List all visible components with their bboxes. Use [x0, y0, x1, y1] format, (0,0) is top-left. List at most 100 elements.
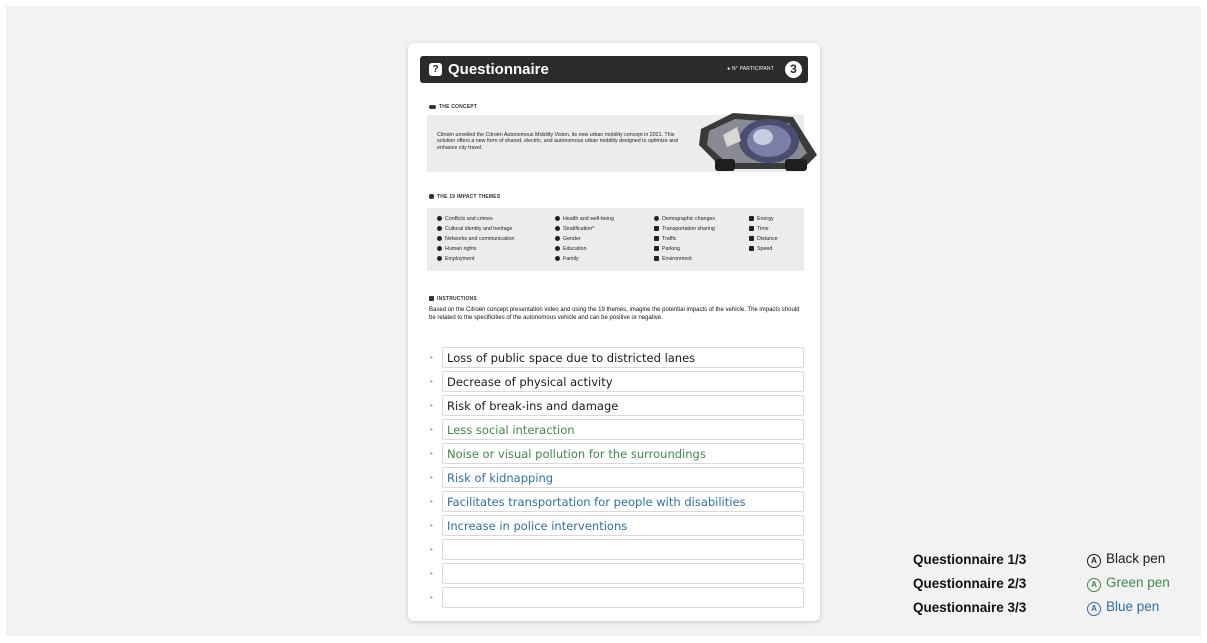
vehicle-image	[699, 113, 817, 171]
theme-icon	[654, 226, 659, 231]
questionnaire-header: ? Questionnaire ● N° PARTICIPANT 3	[420, 56, 808, 83]
theme-icon	[555, 256, 560, 261]
legend-pen: A Black pen	[1087, 551, 1165, 568]
answer-text: Risk of break-ins and damage	[447, 399, 619, 413]
theme-icon	[654, 246, 659, 251]
answer-field[interactable]: Less social interaction	[442, 419, 804, 440]
legend-pen: A Blue pen	[1087, 599, 1159, 616]
theme-item: Speed	[749, 244, 778, 254]
themes-column: Health and well-being Stratification* Ge…	[555, 214, 614, 264]
theme-icon	[555, 236, 560, 241]
concept-description: Citroën unveiled the Citroën Autonomous …	[437, 132, 679, 151]
theme-icon	[749, 246, 754, 251]
pen-icon: A	[1087, 578, 1101, 592]
theme-icon	[555, 246, 560, 251]
theme-item: Family	[555, 254, 614, 264]
bullet-icon: •	[430, 425, 433, 434]
theme-item: Demographic changes	[654, 214, 715, 224]
theme-icon	[654, 216, 659, 221]
answer-row: • Risk of break-ins and damage	[430, 395, 806, 419]
answer-text: Decrease of physical activity	[447, 375, 613, 389]
legend-pen-label: Black pen	[1106, 551, 1166, 566]
instructions-text: Based on the Citroën concept presentatio…	[429, 307, 800, 321]
answer-row: •	[430, 563, 806, 587]
theme-icon	[437, 256, 442, 261]
answer-field[interactable]: Facilitates transportation for people wi…	[442, 491, 804, 512]
themes-box: Conflicts and crimes Cultural identity a…	[427, 208, 804, 271]
instructions-section-label: INSTRUCTIONS	[429, 296, 477, 302]
theme-item: Education	[555, 244, 614, 254]
concept-section-label: THE CONCEPT	[429, 104, 477, 110]
theme-icon	[437, 246, 442, 251]
participant-label-text: N° PARTICIPANT	[731, 66, 774, 72]
home-icon	[429, 194, 434, 200]
answer-text: Less social interaction	[447, 423, 575, 437]
answer-field[interactable]	[442, 563, 804, 584]
participant-number-badge: 3	[785, 61, 802, 78]
theme-item: Networks and communication	[437, 234, 514, 244]
participant-label: ● N° PARTICIPANT	[727, 66, 774, 72]
pen-icon: A	[1087, 602, 1101, 616]
theme-icon	[749, 236, 754, 241]
theme-icon	[654, 256, 659, 261]
theme-icon	[749, 226, 754, 231]
answer-row: • Facilitates transportation for people w…	[430, 491, 806, 515]
legend-questionnaire-label: Questionnaire 3/3	[913, 600, 1027, 615]
theme-icon	[555, 216, 560, 221]
theme-item: Time	[749, 224, 778, 234]
theme-item: Stratification*	[555, 224, 614, 234]
theme-item: Health and well-being	[555, 214, 614, 224]
bullet-icon: •	[430, 569, 433, 578]
questionnaire-title: Questionnaire	[448, 61, 549, 78]
answer-field[interactable]	[442, 587, 804, 608]
answer-field[interactable]: Risk of kidnapping	[442, 467, 804, 488]
themes-column: Demographic changes Transportation shari…	[654, 214, 715, 264]
bullet-icon: •	[430, 353, 433, 362]
answer-field[interactable]: Increase in police interventions	[442, 515, 804, 536]
theme-icon	[654, 236, 659, 241]
answer-text: Risk of kidnapping	[447, 471, 554, 485]
themes-column: Conflicts and crimes Cultural identity a…	[437, 214, 514, 264]
concept-box: Citroën unveiled the Citroën Autonomous …	[427, 113, 817, 172]
answer-row: • Noise or visual pollution for the surro…	[430, 443, 806, 467]
themes-label-text: THE 19 IMPACT THEMES	[437, 194, 501, 200]
car-icon	[429, 104, 436, 109]
theme-icon	[437, 226, 442, 231]
bullet-icon: •	[430, 449, 433, 458]
legend-questionnaire-label: Questionnaire 2/3	[913, 576, 1027, 591]
theme-item: Conflicts and crimes	[437, 214, 514, 224]
question-mark-icon: ?	[429, 63, 442, 76]
answer-row: • Decrease of physical activity	[430, 371, 806, 395]
answer-text: Facilitates transportation for people wi…	[447, 495, 746, 509]
theme-item: Traffic	[654, 234, 715, 244]
answer-field[interactable]: Decrease of physical activity	[442, 371, 804, 392]
theme-item: Transportation sharing	[654, 224, 715, 234]
answer-field[interactable]	[442, 539, 804, 560]
answer-row: •	[430, 539, 806, 563]
bullet-icon: •	[430, 521, 433, 530]
theme-item: Employment	[437, 254, 514, 264]
answer-row: • Less social interaction	[430, 419, 806, 443]
questionnaire-sheet: ? Questionnaire ● N° PARTICIPANT 3 THE C…	[408, 43, 820, 621]
theme-item: Cultural identity and heritage	[437, 224, 514, 234]
answer-field[interactable]: Noise or visual pollution for the surrou…	[442, 443, 804, 464]
theme-icon	[437, 216, 442, 221]
bullet-icon: •	[430, 545, 433, 554]
theme-item: Parking	[654, 244, 715, 254]
answer-row: • Increase in police interventions	[430, 515, 806, 539]
instructions-icon	[429, 296, 434, 302]
theme-item: Gender	[555, 234, 614, 244]
answer-field[interactable]: Risk of break-ins and damage	[442, 395, 804, 416]
bullet-icon: •	[430, 473, 433, 482]
answer-text: Noise or visual pollution for the surrou…	[447, 447, 706, 461]
person-icon: ●	[727, 66, 731, 72]
theme-item: Environment	[654, 254, 715, 264]
bullet-icon: •	[430, 593, 433, 602]
legend-pen-label: Blue pen	[1106, 599, 1160, 614]
bullet-icon: •	[430, 377, 433, 386]
answer-field[interactable]: Loss of public space due to districted l…	[442, 347, 804, 368]
bullet-icon: •	[430, 401, 433, 410]
concept-label-text: THE CONCEPT	[439, 104, 478, 110]
theme-item: Human rights	[437, 244, 514, 254]
theme-icon	[437, 236, 442, 241]
